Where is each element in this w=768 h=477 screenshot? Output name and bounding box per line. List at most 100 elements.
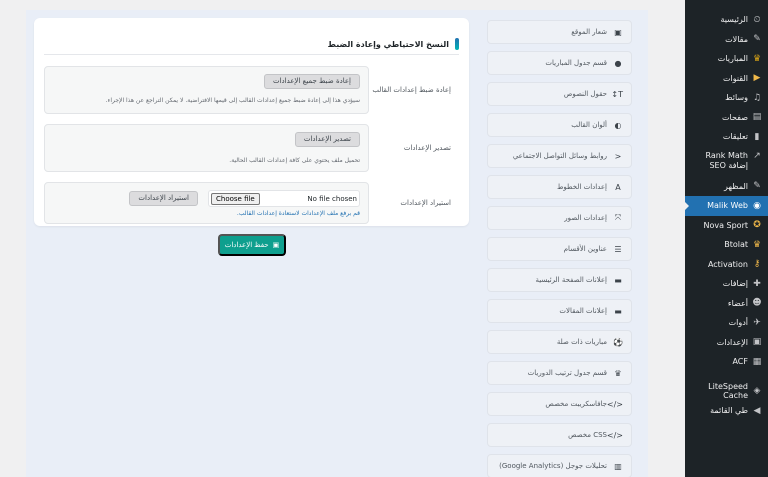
font-icon: A xyxy=(615,182,621,192)
reset-label: إعادة ضبط إعدادات القالب xyxy=(372,86,451,94)
sidebar-item-label: Malik Web xyxy=(707,201,748,211)
trophy-icon: ♛ xyxy=(614,368,622,378)
sidebar-item-label: Activation xyxy=(707,259,748,269)
sidebar-item-tools[interactable]: ✈ أدوات xyxy=(685,313,768,333)
tab-label: شعار الموقع xyxy=(571,28,607,36)
sidebar-item-litespeed[interactable]: ◈ LiteSpeed Cache xyxy=(685,382,768,402)
reset-row: إعادة ضبط إعدادات القالب إعادة ضبط جميع … xyxy=(44,66,459,114)
export-row: تصدير الإعدادات تصدير الإعدادات تحميل مل… xyxy=(44,124,459,172)
file-status: No file chosen xyxy=(307,194,357,203)
sidebar-item-label: مقالات xyxy=(725,34,748,44)
tab-label: قسم جدول المباريات xyxy=(545,59,607,67)
settings-tabs: ▣ شعار الموقع ● قسم جدول المباريات T↕ حقول … xyxy=(487,20,632,477)
tab-label: إعلانات المقالات xyxy=(559,307,607,315)
text-icon: T↕ xyxy=(611,89,623,99)
acf-icon: ▦ xyxy=(752,356,762,367)
sidebar-item-label: Nova Sport xyxy=(703,220,748,230)
sidebar-collapse-button[interactable]: ◀ طي القائمة xyxy=(685,401,768,421)
title-accent-bar xyxy=(455,38,459,50)
tab-site-logo[interactable]: ▣ شعار الموقع xyxy=(487,20,632,44)
tools-icon: ✈ xyxy=(753,317,761,328)
save-settings-button[interactable]: ▣ حفظ الإعدادات xyxy=(218,234,286,256)
tab-label: حقول النصوص xyxy=(563,90,607,98)
sidebar-item-label: Rank Math إضافة SEO xyxy=(705,150,748,170)
sidebar-item-rank-math[interactable]: ↗ Rank Math إضافة SEO xyxy=(685,147,768,177)
tab-homepage-ads[interactable]: ▬ إعلانات الصفحة الرئيسية xyxy=(487,268,632,292)
tab-font-settings[interactable]: A إعدادات الخطوط xyxy=(487,175,632,199)
choose-file-button[interactable]: Choose file xyxy=(211,192,260,205)
tab-theme-colors[interactable]: ◐ ألوان القالب xyxy=(487,113,632,137)
media-icon: ♫ xyxy=(752,92,762,103)
import-button[interactable]: استيراد الإعدادات xyxy=(129,191,198,206)
key-icon: ⚷ xyxy=(753,259,761,270)
sidebar-item-posts[interactable]: ✎ مقالات xyxy=(685,30,768,50)
save-icon: ▣ xyxy=(272,242,280,249)
tab-label: روابط وسائل التواصل الاجتماعي xyxy=(512,152,607,160)
reset-all-button[interactable]: إعادة ضبط جميع الإعدادات xyxy=(263,74,360,89)
sidebar-item-channels[interactable]: ▶ القنوات xyxy=(685,69,768,89)
sidebar-item-label: الإعدادات xyxy=(716,337,748,347)
football-icon: ⚽ xyxy=(613,337,623,347)
sidebar-item-appearance[interactable]: ✎ المظهر xyxy=(685,177,768,197)
tab-custom-js[interactable]: </> جافاسكريبت مخصص xyxy=(487,392,632,416)
reset-box: إعادة ضبط جميع الإعدادات سيؤدي هذا إلى إ… xyxy=(44,66,369,114)
plugins-icon: ✚ xyxy=(753,278,761,289)
tab-image-settings[interactable]: ⤧ إعدادات الصور xyxy=(487,206,632,230)
btolat-icon: ♛ xyxy=(752,239,762,250)
sidebar-item-btolat[interactable]: ♛ Btolat xyxy=(685,235,768,255)
import-box: Choose file No file chosen استيراد الإعد… xyxy=(44,182,369,224)
sidebar-item-dashboard[interactable]: ⏲ الرئيسية xyxy=(685,10,768,30)
sidebar-item-activation[interactable]: ⚷ Activation xyxy=(685,255,768,275)
sidebar-item-media[interactable]: ♫ وسائط xyxy=(685,88,768,108)
sidebar-item-pages[interactable]: ▤ صفحات xyxy=(685,108,768,128)
sidebar-item-malik-web[interactable]: ◉ Malik Web xyxy=(684,196,768,216)
tab-label: إعدادات الخطوط xyxy=(556,183,607,191)
tab-text-fields[interactable]: T↕ حقول النصوص xyxy=(487,82,632,106)
import-file-input[interactable]: Choose file No file chosen xyxy=(208,190,360,207)
tab-label: ألوان القالب xyxy=(571,121,607,129)
nova-sport-icon: ✪ xyxy=(753,220,761,231)
appearance-icon: ✎ xyxy=(753,181,761,192)
image-icon: ▣ xyxy=(614,27,622,37)
users-icon: ☻ xyxy=(752,298,762,309)
expand-icon: ⤧ xyxy=(614,213,622,222)
code-icon: </> xyxy=(606,430,623,440)
sidebar-item-nova-sport[interactable]: ✪ Nova Sport xyxy=(685,216,768,236)
settings-content: ▣ شعار الموقع ● قسم جدول المباريات T↕ حقول … xyxy=(26,10,648,477)
settings-icon: ▣ xyxy=(752,337,762,348)
tab-social-links[interactable]: < روابط وسائل التواصل الاجتماعي xyxy=(487,144,632,168)
tab-league-standings[interactable]: ♛ قسم جدول ترتيب الدوريات xyxy=(487,361,632,385)
sidebar-item-label: المباريات xyxy=(717,54,748,64)
play-icon: ▶ xyxy=(753,73,761,84)
sidebar-item-label: المظهر xyxy=(724,181,748,191)
tab-label: عناوين الأقسام xyxy=(563,245,607,253)
sidebar-item-settings[interactable]: ▣ الإعدادات xyxy=(685,333,768,353)
palette-icon: ◐ xyxy=(614,120,622,130)
sidebar-item-users[interactable]: ☻ أعضاء xyxy=(685,294,768,314)
sidebar-item-plugins[interactable]: ✚ إضافات xyxy=(685,274,768,294)
sidebar-item-label: ACF xyxy=(732,357,748,367)
sidebar-item-matches[interactable]: ♛ المباريات xyxy=(685,49,768,69)
import-label: استيراد الإعدادات xyxy=(400,199,451,207)
save-label: حفظ الإعدادات xyxy=(224,242,269,249)
tab-matches-table[interactable]: ● قسم جدول المباريات xyxy=(487,51,632,75)
dashboard-icon: ⏲ xyxy=(753,14,761,25)
tab-post-ads[interactable]: ▬ إعلانات المقالات xyxy=(487,299,632,323)
tab-google-analytics[interactable]: ▥ تحليلات جوجل (Google Analytics) xyxy=(487,454,632,477)
tab-related-matches[interactable]: ⚽ مباريات ذات صلة xyxy=(487,330,632,354)
ad-icon: ▬ xyxy=(614,275,622,285)
pin-icon: ✎ xyxy=(753,34,761,45)
tab-custom-css[interactable]: </> CSS مخصص xyxy=(487,423,632,447)
sidebar-item-acf[interactable]: ▦ ACF xyxy=(685,352,768,372)
ad-icon: ▬ xyxy=(614,306,622,316)
export-button[interactable]: تصدير الإعدادات xyxy=(294,132,360,147)
sidebar-item-label: تعليقات xyxy=(722,132,748,142)
chart-icon: ▥ xyxy=(614,461,622,471)
list-icon: ☰ xyxy=(614,244,622,254)
code-icon: </> xyxy=(606,399,623,409)
export-label: تصدير الإعدادات xyxy=(403,144,451,152)
tab-section-titles[interactable]: ☰ عناوين الأقسام xyxy=(487,237,632,261)
sidebar-item-comments[interactable]: ▮ تعليقات xyxy=(685,127,768,147)
